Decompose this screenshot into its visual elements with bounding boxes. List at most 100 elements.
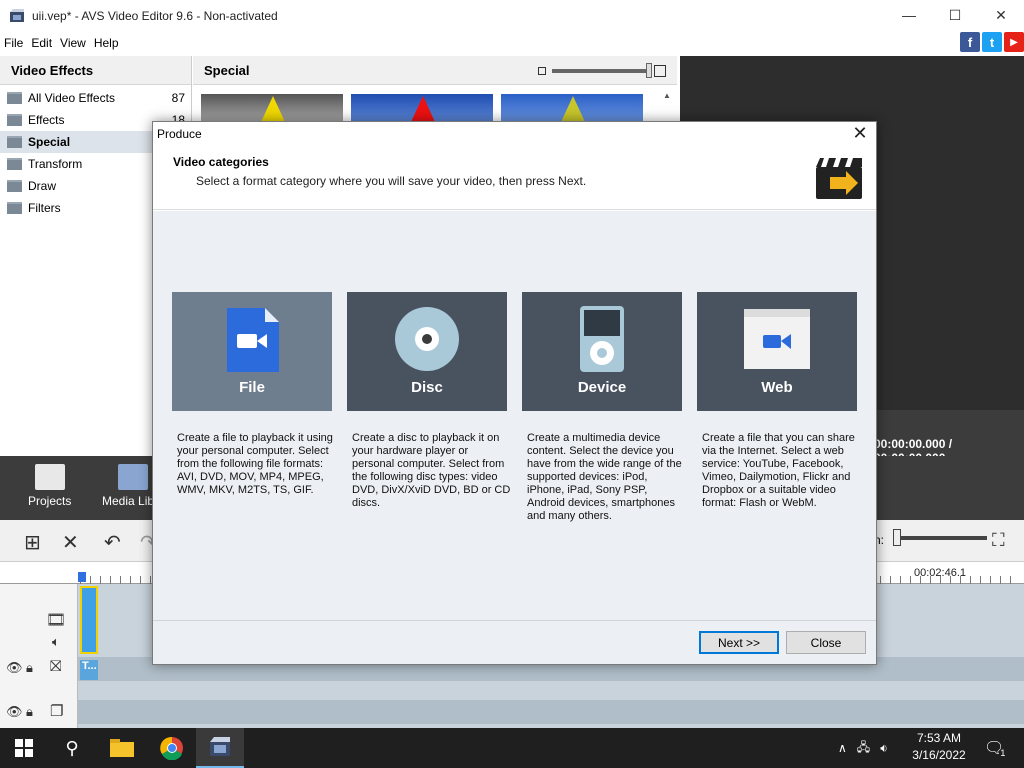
start-button[interactable] — [0, 728, 48, 768]
gallery-header: Special — [193, 56, 677, 85]
search-icon[interactable]: ⚲ — [48, 728, 96, 768]
fit-timeline-icon[interactable]: ⛶ — [992, 530, 1005, 551]
dialog-subheading: Select a format category where you will … — [196, 174, 587, 188]
windows-icon — [15, 739, 33, 757]
storyboard-icon[interactable]: ⊞ — [24, 530, 41, 555]
minimize-button[interactable]: — — [886, 0, 932, 30]
folder-icon — [7, 114, 22, 126]
category-disc-tile[interactable]: Disc — [347, 292, 507, 411]
category-disc-description: Create a disc to playback it on your har… — [352, 432, 511, 509]
dialog-header: Video categories Select a format categor… — [153, 146, 876, 210]
effect-thumbnail[interactable] — [201, 94, 343, 122]
next-button[interactable]: Next >> — [699, 631, 779, 654]
category-web-description: Create a file that you can share via the… — [702, 432, 855, 509]
network-icon[interactable]: 🖧︎ — [857, 738, 870, 759]
zoom-large-icon[interactable] — [654, 65, 666, 77]
folder-icon — [7, 136, 22, 148]
tree-item-label: All Video Effects — [28, 91, 115, 105]
category-web-tile[interactable]: Web — [697, 292, 857, 411]
thumbnail-zoom — [538, 63, 666, 78]
eye-icon[interactable]: 👁︎ — [6, 660, 23, 676]
clapperboard-icon — [34, 464, 65, 490]
category-label: File — [239, 379, 265, 396]
dialog-close-icon[interactable]: ✕ — [852, 124, 868, 142]
tree-item-count: 87 — [171, 91, 185, 105]
effect-thumbnail[interactable] — [351, 94, 493, 122]
tree-item-label: Effects — [28, 113, 65, 127]
category-label: Device — [577, 379, 627, 396]
dialog-title: Produce — [157, 127, 202, 141]
taskbar: ⚲ ∧ 🖧︎ 🔉︎ 🗨︎ 1 — [0, 728, 1024, 768]
panel-title: Video Effects — [0, 56, 191, 85]
video-clip[interactable] — [80, 586, 98, 654]
zoom-small-icon[interactable] — [538, 67, 546, 75]
category-file-tile[interactable]: File — [172, 292, 332, 411]
projects-button[interactable]: Projects — [28, 464, 71, 508]
menu-bar: File Edit View Help — [0, 32, 1024, 54]
maximize-button[interactable]: ☐ — [932, 0, 978, 30]
avs-taskbar-icon[interactable] — [196, 728, 244, 768]
menu-edit[interactable]: Edit — [31, 36, 52, 50]
chrome-icon[interactable] — [148, 728, 196, 768]
folder-icon — [7, 158, 22, 170]
file-explorer-icon[interactable] — [98, 728, 146, 768]
app-icon — [10, 9, 24, 22]
youtube-icon[interactable]: ▶ — [1004, 32, 1024, 52]
effect-preview-icon — [261, 96, 285, 122]
overlay-track-icon: ❐ — [50, 703, 64, 720]
category-file-description: Create a file to playback it using your … — [177, 432, 333, 496]
facebook-icon[interactable]: f — [960, 32, 980, 52]
text-clip[interactable]: T... — [80, 660, 98, 680]
menu-help[interactable]: Help — [94, 36, 119, 50]
delete-icon[interactable]: ✕ — [62, 530, 79, 555]
category-label: Disc — [411, 379, 443, 396]
gallery-title: Special — [204, 62, 250, 78]
overlay-track[interactable] — [78, 700, 1024, 724]
video-track-icon: 🎞︎ — [46, 612, 67, 629]
taskbar-clock[interactable]: 7:53 AM 3/16/2022 — [908, 730, 970, 764]
slider-knob[interactable] — [646, 63, 652, 78]
speaker-icon[interactable]: 🔉︎ — [880, 741, 888, 756]
file-video-icon — [227, 308, 279, 372]
thumbnail-size-slider[interactable] — [552, 63, 652, 78]
lock-icon[interactable]: 🔒︎ — [26, 660, 33, 676]
mute-icon[interactable]: 🔈︎ — [52, 634, 60, 650]
effect-track-icon: ⛝ — [50, 658, 62, 675]
ruler-time-label: 00:02:46.1 — [914, 567, 966, 579]
timeline-zoom-slider[interactable] — [893, 529, 987, 546]
zoom-slider-knob[interactable] — [893, 529, 901, 546]
effect-preview-icon — [561, 96, 585, 122]
close-button[interactable]: Close — [786, 631, 866, 654]
gallery-scrollbar[interactable]: ▲ — [663, 91, 673, 121]
lock-icon[interactable]: 🔒︎ — [26, 704, 33, 720]
menu-view[interactable]: View — [60, 36, 86, 50]
chevron-up-icon[interactable]: ∧ — [838, 741, 847, 755]
category-device-description: Create a multimedia device content. Sele… — [527, 432, 682, 522]
undo-icon[interactable]: ↶ — [104, 530, 121, 555]
effect-preview-icon — [411, 96, 435, 122]
folder-icon — [7, 202, 22, 214]
twitter-icon[interactable]: t — [982, 32, 1002, 52]
window-title: uii.vep* - AVS Video Editor 9.6 - Non-ac… — [32, 9, 278, 23]
menu-file[interactable]: File — [4, 36, 23, 50]
tree-item-all-video-effects[interactable]: All Video Effects 87 — [0, 87, 191, 109]
projects-label: Projects — [28, 494, 72, 508]
disc-icon — [395, 307, 459, 371]
folder-icon — [7, 92, 22, 104]
produce-dialog: Produce ✕ Video categories Select a form… — [152, 121, 877, 665]
close-window-button[interactable]: ✕ — [978, 0, 1024, 30]
clock-date: 3/16/2022 — [912, 748, 966, 762]
playhead-marker[interactable] — [78, 572, 86, 582]
effect-thumbnail[interactable] — [501, 94, 643, 122]
social-links: f t ▶ — [960, 32, 1024, 52]
film-icon — [118, 464, 149, 490]
tree-item-label: Transform — [28, 157, 83, 171]
web-browser-icon — [744, 309, 810, 369]
notification-icon[interactable]: 🗨︎ 1 — [984, 728, 1005, 768]
eye-icon[interactable]: 👁︎ — [6, 704, 23, 720]
tree-item-label: Draw — [28, 179, 57, 193]
category-device-tile[interactable]: Device — [522, 292, 682, 411]
dialog-body: File Create a file to playback it using … — [153, 211, 876, 620]
system-tray: ∧ 🖧︎ 🔉︎ — [838, 728, 888, 768]
title-bar: uii.vep* - AVS Video Editor 9.6 - Non-ac… — [0, 0, 1024, 32]
